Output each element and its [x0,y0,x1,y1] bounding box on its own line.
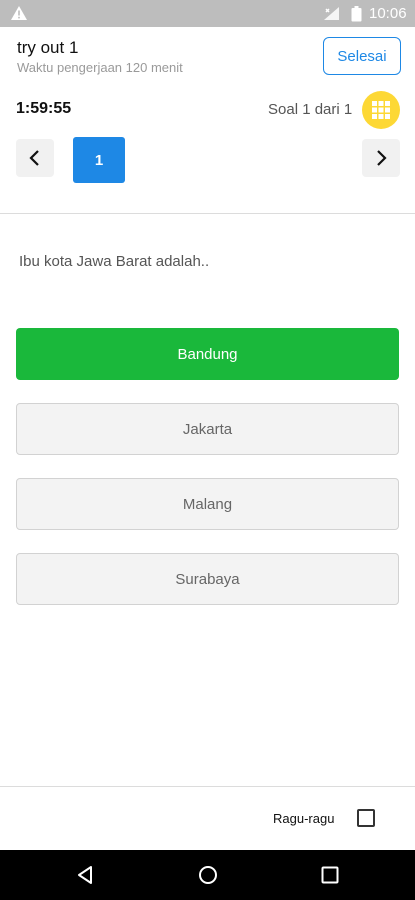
recent-apps-icon[interactable] [321,866,339,884]
back-icon[interactable] [75,865,95,885]
previous-question-button[interactable] [16,139,54,177]
divider [0,213,415,214]
system-navigation-bar [0,850,415,900]
question-grid-button[interactable] [362,91,400,129]
question-text: Ibu kota Jawa Barat adalah.. [19,253,210,270]
answer-option[interactable]: Jakarta [16,403,399,455]
answer-option-selected[interactable]: Bandung [16,328,399,380]
question-counter: Soal 1 dari 1 [268,101,353,118]
status-time: 10:06 [369,5,407,22]
status-bar: 10:06 [0,0,415,27]
grid-icon [372,101,390,119]
chevron-right-icon [377,150,387,166]
home-icon[interactable] [198,865,218,885]
chevron-left-icon [29,150,39,166]
next-question-button[interactable] [362,139,400,177]
signal-icon [324,7,339,20]
countdown-timer: 1:59:55 [16,100,72,117]
finish-button[interactable]: Selesai [323,37,401,75]
warning-icon [11,6,27,20]
divider [0,786,415,787]
page-subtitle: Waktu pengerjaan 120 menit [17,60,183,75]
answer-option[interactable]: Malang [16,478,399,530]
doubt-label: Ragu-ragu [273,811,335,826]
battery-icon [351,6,362,22]
question-number-button[interactable]: 1 [73,137,125,183]
page-title: try out 1 [17,38,79,57]
answer-option[interactable]: Surabaya [16,553,399,605]
doubt-checkbox[interactable] [357,809,375,827]
